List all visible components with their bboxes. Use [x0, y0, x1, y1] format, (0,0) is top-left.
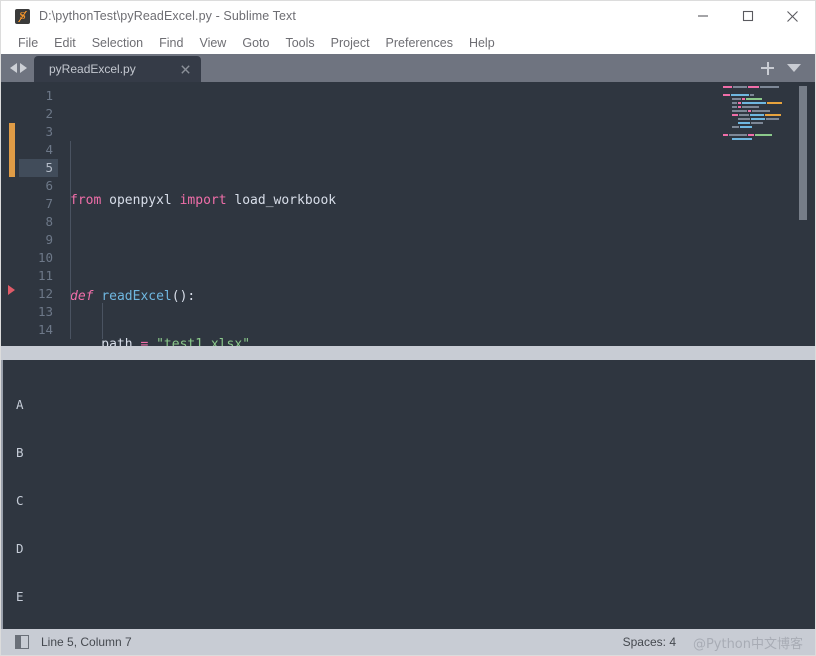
tab-label: pyReadExcel.py: [49, 62, 136, 76]
code-line-3: def readExcel():: [70, 289, 196, 304]
menu-item-help[interactable]: Help: [461, 34, 503, 52]
modified-marker-lines-3-5: [9, 123, 15, 177]
sidebar-toggle-icon[interactable]: [15, 635, 29, 649]
line-number: 13: [37, 304, 53, 319]
output-line: E: [16, 589, 24, 604]
line-number: 1: [45, 88, 53, 103]
menu-item-tools[interactable]: Tools: [277, 34, 322, 52]
line-number: 3: [45, 124, 53, 139]
tab-navigation: [1, 54, 34, 82]
title-bar: S D:\pythonTest\pyReadExcel.py - Sublime…: [0, 0, 816, 31]
panel-splitter[interactable]: [0, 346, 816, 360]
indent-guide: [102, 303, 103, 339]
menu-item-preferences[interactable]: Preferences: [378, 34, 461, 52]
output-line: A: [16, 397, 24, 412]
maximize-icon[interactable]: [725, 1, 770, 31]
bookmark-marker-line-7: [8, 285, 15, 295]
sublime-text-logo-icon: S: [15, 8, 30, 24]
minimap-line: [723, 90, 793, 93]
plus-icon[interactable]: [761, 61, 774, 75]
minimap-line: [723, 126, 793, 129]
window-title: D:\pythonTest\pyReadExcel.py - Sublime T…: [39, 9, 296, 23]
chevron-down-icon[interactable]: [787, 64, 801, 72]
arrow-left-icon[interactable]: [10, 63, 17, 73]
minimap-line: [723, 134, 793, 137]
line-number: 7: [45, 196, 53, 211]
line-number-gutter: 1 2 3 4 5 6 7 8 9 10 11 12 13 14: [19, 82, 58, 346]
line-number: 11: [37, 268, 53, 283]
minimap-line: [723, 102, 793, 105]
tab-pyreadexcel[interactable]: pyReadExcel.py: [34, 56, 201, 82]
line-number: 2: [45, 106, 53, 121]
line-number: 9: [45, 232, 53, 247]
menu-item-file[interactable]: File: [10, 34, 46, 52]
close-icon[interactable]: [770, 1, 815, 31]
menu-item-find[interactable]: Find: [151, 34, 191, 52]
indentation-label[interactable]: Spaces: 4: [623, 635, 676, 649]
watermark-label: @Python中文博客: [692, 636, 803, 652]
minimap-line: [723, 98, 793, 101]
minimap-line: [723, 106, 793, 109]
build-output-panel[interactable]: A B C D E F G 计算机 中心点 [Finished in 333ms…: [0, 360, 816, 629]
menu-bar: File Edit Selection Find View Goto Tools…: [0, 31, 816, 54]
menu-item-selection[interactable]: Selection: [84, 34, 151, 52]
close-icon[interactable]: [178, 62, 192, 76]
tab-bar: pyReadExcel.py: [0, 54, 816, 82]
editor-scrollbar-thumb[interactable]: [799, 86, 807, 220]
line-number: 4: [45, 142, 53, 157]
code-line-4: path = "test1.xlsx": [70, 337, 251, 346]
indent-guide: [70, 141, 71, 339]
cursor-position-label[interactable]: Line 5, Column 7: [41, 635, 132, 649]
minimap-line: [723, 86, 793, 89]
gutter-markers: [1, 82, 19, 346]
arrow-right-icon[interactable]: [20, 63, 27, 73]
code-editor[interactable]: 1 2 3 4 5 6 7 8 9 10 11 12 13 14 from op…: [0, 82, 816, 346]
minimize-icon[interactable]: [680, 1, 725, 31]
minimap[interactable]: [723, 82, 793, 346]
output-line: C: [16, 493, 24, 508]
line-number: 6: [45, 178, 53, 193]
minimap-line: [723, 122, 793, 125]
line-number-active: 5: [19, 159, 58, 177]
sublime-text-window: S D:\pythonTest\pyReadExcel.py - Sublime…: [0, 0, 816, 656]
line-number: 12: [37, 286, 53, 301]
menu-item-view[interactable]: View: [191, 34, 234, 52]
line-number: 14: [37, 322, 53, 337]
code-line-1: from openpyxl import load_workbook: [70, 193, 337, 208]
code-text-area[interactable]: from openpyxl import load_workbook def r…: [58, 82, 815, 346]
minimap-line: [723, 94, 793, 97]
line-number: 8: [45, 214, 53, 229]
menu-item-project[interactable]: Project: [323, 34, 378, 52]
line-number: 10: [37, 250, 53, 265]
minimap-line: [723, 118, 793, 121]
status-bar: Line 5, Column 7 Spaces: 4 @Python中文博客: [0, 629, 816, 656]
minimap-line: [723, 138, 793, 141]
minimap-line: [723, 114, 793, 117]
window-controls: [680, 1, 815, 31]
output-line: D: [16, 541, 24, 556]
build-output-text[interactable]: A B C D E F G 计算机 中心点 [Finished in 333ms…: [3, 360, 815, 629]
minimap-line: [723, 130, 793, 133]
menu-item-goto[interactable]: Goto: [234, 34, 277, 52]
output-line: B: [16, 445, 24, 460]
minimap-line: [723, 110, 793, 113]
tab-bar-actions: [761, 54, 815, 82]
menu-item-edit[interactable]: Edit: [46, 34, 84, 52]
